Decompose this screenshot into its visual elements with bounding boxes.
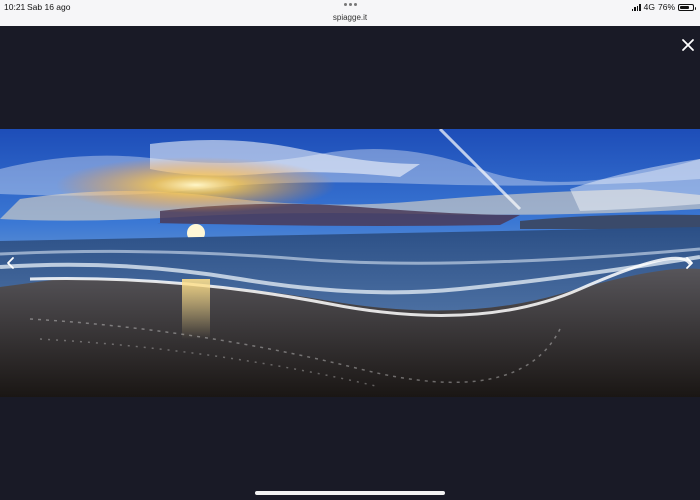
close-icon	[682, 39, 694, 51]
status-bar: 10:21 Sab 16 ago spiagge.it 4G 76%	[0, 0, 700, 26]
status-indicators: 4G 76%	[631, 2, 696, 12]
close-button[interactable]	[678, 35, 698, 55]
page-url[interactable]: spiagge.it	[0, 13, 700, 22]
chevron-right-icon	[686, 257, 693, 269]
battery-percent: 76%	[657, 2, 675, 12]
status-date: Sab 16 ago	[27, 2, 71, 12]
battery-fill	[680, 5, 690, 9]
status-time: 10:21	[4, 2, 26, 12]
network-type: 4G	[643, 2, 655, 12]
gallery-photo[interactable]	[0, 129, 700, 397]
beach-sunset-image	[0, 129, 700, 397]
signal-icon	[631, 3, 641, 11]
next-image-button[interactable]	[682, 255, 696, 271]
multitasking-dots-icon[interactable]	[344, 3, 358, 7]
battery-icon	[678, 3, 696, 11]
home-indicator[interactable]	[255, 491, 445, 495]
previous-image-button[interactable]	[4, 255, 18, 271]
chevron-left-icon	[7, 257, 14, 269]
battery-tip	[694, 6, 696, 10]
